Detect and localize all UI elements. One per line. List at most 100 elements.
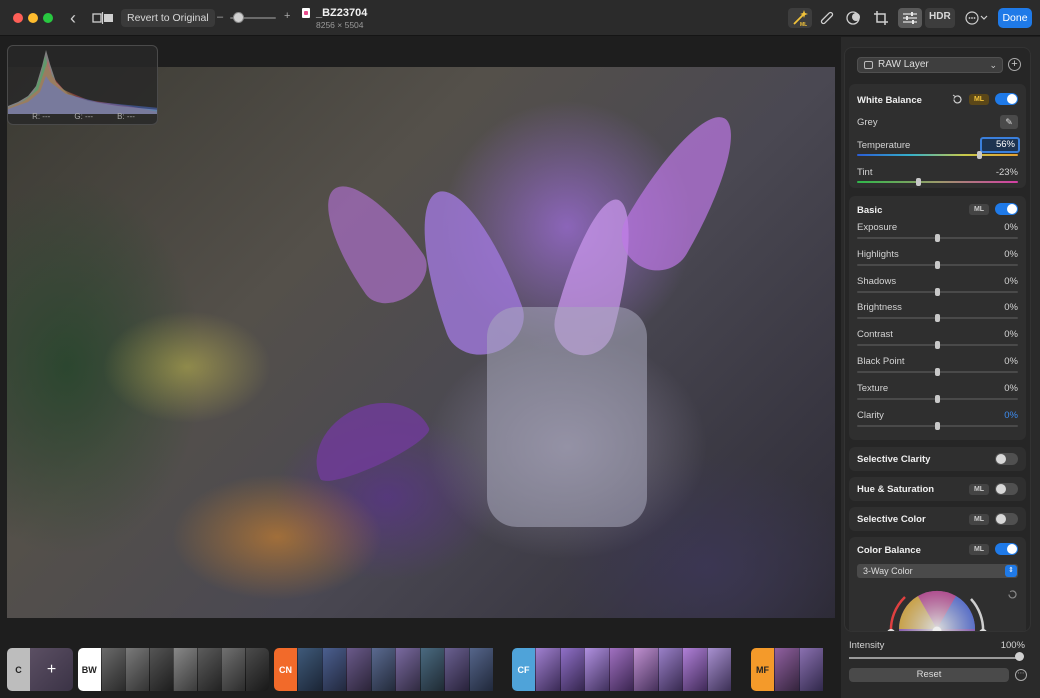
compare-split-icon[interactable] xyxy=(92,10,114,26)
preset-thumbnail[interactable] xyxy=(633,648,658,691)
preset-thumbnail[interactable] xyxy=(798,648,823,691)
revert-to-original-button[interactable]: Revert to Original xyxy=(121,9,215,27)
preset-thumbnail[interactable] xyxy=(244,648,269,691)
preset-group-cf[interactable]: CF xyxy=(512,648,746,691)
add-layer-button[interactable]: + xyxy=(1008,58,1021,71)
retouch-brush-icon[interactable] xyxy=(818,9,836,27)
file-dimensions: 8256 × 5504 xyxy=(316,20,364,30)
preset-thumbnail[interactable] xyxy=(346,648,371,691)
eyedropper-icon[interactable]: ✎ xyxy=(1000,115,1018,129)
preset-group-cn[interactable]: CN xyxy=(274,648,507,691)
intensity-label: Intensity xyxy=(849,640,885,651)
intensity-slider-knob[interactable] xyxy=(1015,652,1024,661)
white-balance-toggle[interactable] xyxy=(995,93,1018,105)
preset-thumbnail[interactable] xyxy=(220,648,245,691)
adjustments-scroll[interactable]: RAW Layer ⌄ + White Balance ML Grey ✎ Te… xyxy=(844,47,1031,632)
preset-thumbnail[interactable] xyxy=(370,648,395,691)
layer-dropdown[interactable]: RAW Layer ⌄ xyxy=(857,57,1003,73)
preset-thumbnail[interactable] xyxy=(559,648,584,691)
more-options-icon[interactable]: ⋯ xyxy=(1015,669,1027,681)
preset-thumbnail[interactable] xyxy=(444,648,469,691)
zoom-slider-knob[interactable] xyxy=(233,12,244,23)
basic-row-slider-knob[interactable] xyxy=(935,234,940,242)
basic-row-label: Black Point xyxy=(857,356,905,367)
adjustments-panel: RAW Layer ⌄ + White Balance ML Grey ✎ Te… xyxy=(841,37,1040,698)
close-window-button[interactable] xyxy=(13,13,23,23)
done-button[interactable]: Done xyxy=(998,8,1032,28)
preset-thumbnail[interactable] xyxy=(682,648,707,691)
zoom-out-button[interactable]: – xyxy=(217,11,223,23)
basic-row-label: Texture xyxy=(857,382,889,394)
back-chevron-icon[interactable]: ‹ xyxy=(66,8,80,28)
reset-icon[interactable] xyxy=(951,93,963,105)
mask-icon[interactable] xyxy=(845,9,863,27)
preset-thumbnail[interactable] xyxy=(196,648,221,691)
preset-thumbnail[interactable] xyxy=(124,648,149,691)
basic-row-slider-knob[interactable] xyxy=(935,341,940,350)
preset-thumbnail[interactable] xyxy=(706,648,731,691)
preset-thumbnail[interactable] xyxy=(395,648,420,691)
crop-icon[interactable] xyxy=(872,9,890,27)
preset-thumbnail[interactable] xyxy=(148,648,173,691)
preset-thumbnail[interactable] xyxy=(297,648,322,691)
photo-preview[interactable] xyxy=(7,67,835,618)
temperature-slider-track[interactable] xyxy=(857,154,1018,156)
selective-clarity-card[interactable]: Selective Clarity xyxy=(849,447,1026,471)
pot-shape xyxy=(487,307,647,527)
preset-thumbnail[interactable] xyxy=(657,648,682,691)
preset-thumbnail[interactable] xyxy=(100,648,125,691)
preset-thumbnail[interactable] xyxy=(774,648,799,691)
basic-row-slider-knob[interactable] xyxy=(935,260,940,269)
basic-row-label: Exposure xyxy=(857,222,898,233)
image-canvas[interactable]: R: --- G: --- B: --- xyxy=(0,37,840,637)
selective-clarity-toggle[interactable] xyxy=(995,453,1018,465)
preset-thumbnail[interactable] xyxy=(172,648,197,691)
selective-color-toggle[interactable] xyxy=(995,513,1018,525)
preset-group-mf[interactable]: MF xyxy=(751,648,834,691)
preset-group-tag: BW xyxy=(78,648,101,691)
basic-row-slider-knob[interactable] xyxy=(935,421,940,430)
reset-icon[interactable] xyxy=(1006,588,1018,600)
grey-label: Grey xyxy=(857,117,878,128)
basic-row-slider-knob[interactable] xyxy=(935,368,940,376)
color-balance-mode-dropdown[interactable]: 3-Way Color ⇕ xyxy=(857,564,1018,578)
preset-thumbnail[interactable] xyxy=(419,648,444,691)
preset-thumbnail[interactable] xyxy=(321,648,346,691)
preset-group-tag: MF xyxy=(751,648,774,691)
preset-thumbnail[interactable] xyxy=(584,648,609,691)
tint-slider-knob[interactable] xyxy=(915,178,921,186)
color-wheel[interactable] xyxy=(877,585,997,632)
ml-badge[interactable]: ML xyxy=(969,94,989,105)
preset-thumbnail[interactable] xyxy=(608,648,633,691)
intensity-slider-track[interactable] xyxy=(849,657,1021,659)
basic-toggle[interactable] xyxy=(995,203,1018,215)
color-balance-toggle[interactable] xyxy=(995,543,1018,555)
histogram: R: --- G: --- B: --- xyxy=(7,45,158,125)
preset-group-bw[interactable]: BW xyxy=(78,648,269,691)
preset-thumbnail[interactable] xyxy=(468,648,493,691)
temperature-value-field[interactable]: 56% xyxy=(980,137,1020,153)
add-preset-icon[interactable]: + xyxy=(30,648,73,691)
ml-badge[interactable]: ML xyxy=(969,514,989,525)
ml-badge[interactable]: ML xyxy=(969,544,989,555)
temperature-slider-knob[interactable] xyxy=(976,151,982,159)
hue-saturation-card[interactable]: Hue & Saturation ML xyxy=(849,477,1026,501)
magic-wand-icon: ML xyxy=(791,9,809,27)
hue-saturation-toggle[interactable] xyxy=(995,483,1018,495)
basic-row-slider-knob[interactable] xyxy=(935,394,940,403)
minimize-window-button[interactable] xyxy=(28,13,38,23)
basic-row-label: Clarity xyxy=(857,409,884,421)
ml-badge[interactable]: ML xyxy=(969,484,989,495)
zoom-in-button[interactable]: + xyxy=(284,10,290,22)
basic-row-slider-knob[interactable] xyxy=(935,314,940,323)
preset-thumbnail[interactable] xyxy=(535,648,560,691)
tint-slider-track[interactable] xyxy=(857,181,1018,183)
ml-badge[interactable]: ML xyxy=(969,204,989,215)
reset-button[interactable]: Reset xyxy=(849,668,1009,682)
basic-row-slider-knob[interactable] xyxy=(935,287,940,296)
selective-color-card[interactable]: Selective Color ML xyxy=(849,507,1026,531)
zoom-window-button[interactable] xyxy=(43,13,53,23)
preset-group-c[interactable]: C + xyxy=(7,648,73,691)
more-options-icon[interactable] xyxy=(964,10,990,26)
basic-row-value: 0% xyxy=(1004,329,1018,341)
